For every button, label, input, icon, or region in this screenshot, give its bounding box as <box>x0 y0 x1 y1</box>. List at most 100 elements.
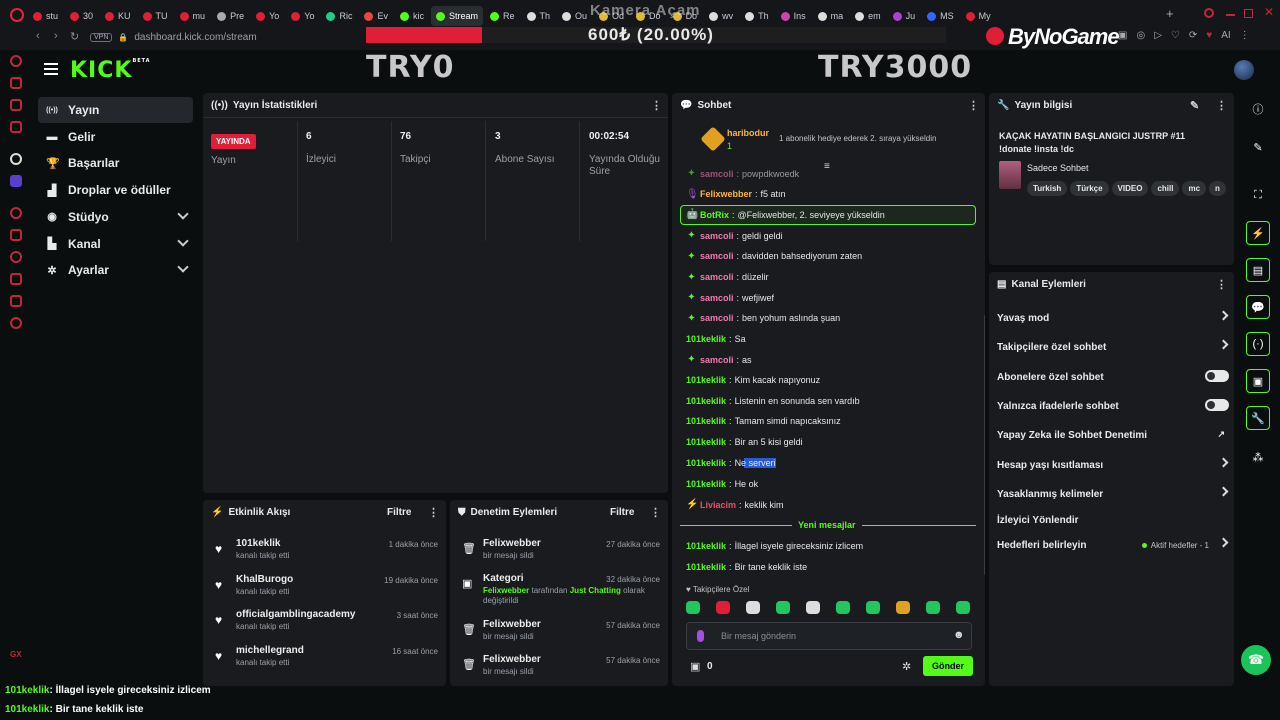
points-icon[interactable]: ▣ <box>690 660 700 673</box>
heart-icon[interactable]: ♡ <box>1171 30 1180 41</box>
mic-icon[interactable] <box>697 630 704 642</box>
browser-tab[interactable]: stu <box>28 6 63 26</box>
sync-icon[interactable]: ⟳ <box>1189 30 1197 41</box>
browser-tab[interactable]: mu <box>175 6 211 26</box>
chevron-down-icon[interactable] <box>177 234 189 247</box>
browser-tab[interactable]: Ins <box>776 6 811 26</box>
chat-username[interactable]: 101keklik <box>686 396 726 406</box>
emote-icon[interactable] <box>926 601 940 614</box>
history-icon[interactable] <box>10 251 22 263</box>
stream-info-menu-icon[interactable]: ⋮ <box>1216 99 1227 112</box>
chat-username[interactable]: 101keklik <box>686 541 726 551</box>
browser-tab[interactable]: Yo <box>251 6 284 26</box>
fullscreen-icon[interactable]: ⛶ <box>1246 183 1270 207</box>
moderation-user[interactable]: Felixwebber <box>483 619 541 630</box>
browser-tab[interactable]: MS <box>922 6 959 26</box>
collapse-pinned-icon[interactable]: ≡ <box>824 161 830 172</box>
stream-tag[interactable]: n <box>1209 181 1226 196</box>
chevron-right-icon[interactable] <box>1218 339 1229 350</box>
browser-tab[interactable]: Ou <box>557 6 592 26</box>
nav-item-6[interactable]: ✲ Ayarlar <box>38 257 193 283</box>
discord-icon[interactable] <box>10 153 22 165</box>
channel-action-3[interactable]: Yalnızca ifadelerle sohbet <box>997 399 1229 412</box>
browser-tab[interactable]: Yo <box>286 6 319 26</box>
chevron-down-icon[interactable] <box>177 261 189 273</box>
chat-toggle-icon[interactable]: 💬 <box>1246 295 1270 319</box>
nav-item-0[interactable]: ((•)) Yayın <box>38 97 193 123</box>
new-tab-button[interactable]: + <box>1166 6 1174 21</box>
browser-tab[interactable]: Ju <box>888 6 921 26</box>
activity-menu-icon[interactable]: ⋮ <box>428 506 439 519</box>
store-toggle-icon[interactable]: ▣ <box>1246 369 1270 393</box>
extensions-icon[interactable] <box>10 229 22 241</box>
chevron-right-icon[interactable] <box>1218 537 1229 548</box>
url-text[interactable]: dashboard.kick.com/stream <box>134 32 256 43</box>
camera-icon[interactable]: ▣ <box>1118 30 1127 41</box>
chat-username[interactable]: samcoli <box>700 169 734 179</box>
support-icon[interactable]: ☎ <box>1241 645 1271 675</box>
moderation-filter-button[interactable]: Filtre <box>610 507 634 518</box>
opera-logo-icon[interactable] <box>10 8 24 22</box>
browser-tab[interactable]: wv <box>704 6 738 26</box>
chevron-down-icon[interactable] <box>177 208 189 220</box>
browser-tab[interactable]: My <box>961 6 996 26</box>
activity-user[interactable]: michellegrand <box>236 645 304 656</box>
nav-item-4[interactable]: ◉ Stüdyo <box>38 204 193 230</box>
snapshot-icon[interactable]: ◎ <box>1136 30 1145 41</box>
browser-tab[interactable]: Stream <box>430 6 483 26</box>
channel-actions-menu-icon[interactable]: ⋮ <box>1216 278 1227 291</box>
activity-user[interactable]: KhalBurogo <box>236 574 293 585</box>
send-button[interactable]: Gönder <box>923 656 973 676</box>
chat-input[interactable]: Bir mesaj gönderin ☻ <box>686 622 972 650</box>
stats-menu-icon[interactable]: ⋮ <box>651 99 662 112</box>
activity-filter-button[interactable]: Filtre <box>387 507 411 518</box>
menu-icon[interactable]: ⋮ <box>1240 30 1250 41</box>
quick-action-icon[interactable]: ⚡ <box>1246 221 1270 245</box>
chat-username[interactable]: samcoli <box>700 272 734 282</box>
chat-scrollbar[interactable] <box>984 315 985 575</box>
channel-action-7[interactable]: İzleyici Yönlendir <box>997 515 1229 526</box>
edit-icon[interactable]: ✎ <box>1190 99 1199 112</box>
cs-icon[interactable] <box>10 175 22 187</box>
chat-username[interactable]: samcoli <box>700 251 734 261</box>
chat-username[interactable]: Liviacim <box>700 500 736 510</box>
channel-action-8[interactable]: Hedefleri belirleyin Aktif hedefler - 1 <box>997 537 1229 551</box>
browser-tab[interactable]: Ev <box>359 6 393 26</box>
channel-action-0[interactable]: Yavaş mod <box>997 310 1229 324</box>
notes-icon[interactable]: ▤ <box>1246 258 1270 282</box>
chat-menu-icon[interactable]: ⋮ <box>968 99 979 112</box>
external-link-icon[interactable]: ↗ <box>1217 429 1225 440</box>
pinned-user[interactable]: haribodur <box>727 128 769 138</box>
emote-icon[interactable] <box>866 601 880 614</box>
category-name[interactable]: Just Chatting <box>570 586 621 595</box>
moderation-user[interactable]: Kategori <box>483 573 524 584</box>
category-changer[interactable]: Felixwebber <box>483 586 529 595</box>
stream-tag[interactable]: chill <box>1151 181 1180 196</box>
settings-gear-icon[interactable] <box>10 317 22 329</box>
chevron-right-icon[interactable] <box>1218 486 1229 497</box>
maximize-button[interactable] <box>1244 9 1253 18</box>
mute-icon[interactable]: ♥ <box>1206 30 1212 41</box>
channel-action-5[interactable]: Hesap yaşı kısıtlaması <box>997 457 1229 471</box>
back-icon[interactable]: ‹ <box>36 30 40 42</box>
browser-tab[interactable]: kic <box>395 6 429 26</box>
emote-icon[interactable] <box>806 601 820 614</box>
moderation-menu-icon[interactable]: ⋮ <box>650 506 661 519</box>
forward-icon[interactable]: › <box>54 30 58 42</box>
minimize-button[interactable] <box>1226 14 1235 16</box>
chat-username[interactable]: 101keklik <box>686 416 726 426</box>
reload-icon[interactable]: ↻ <box>70 30 79 43</box>
search-icon[interactable] <box>1204 8 1214 18</box>
browser-tab[interactable]: ma <box>813 6 849 26</box>
player-icon[interactable] <box>10 207 22 219</box>
chat-username[interactable]: samcoli <box>700 293 734 303</box>
chat-username[interactable]: 101keklik <box>686 375 726 385</box>
emote-icon[interactable] <box>686 601 700 614</box>
ai-button[interactable]: AI <box>1221 30 1230 41</box>
play-icon[interactable]: ▷ <box>1154 30 1162 41</box>
wrench-toggle-icon[interactable]: 🔧 <box>1246 406 1270 430</box>
menu-toggle-icon[interactable] <box>44 63 58 75</box>
nav-item-1[interactable]: ▬ Gelir <box>38 124 193 150</box>
channel-action-6[interactable]: Yasaklanmış kelimeler <box>997 486 1229 500</box>
chat-username[interactable]: samcoli <box>700 231 734 241</box>
